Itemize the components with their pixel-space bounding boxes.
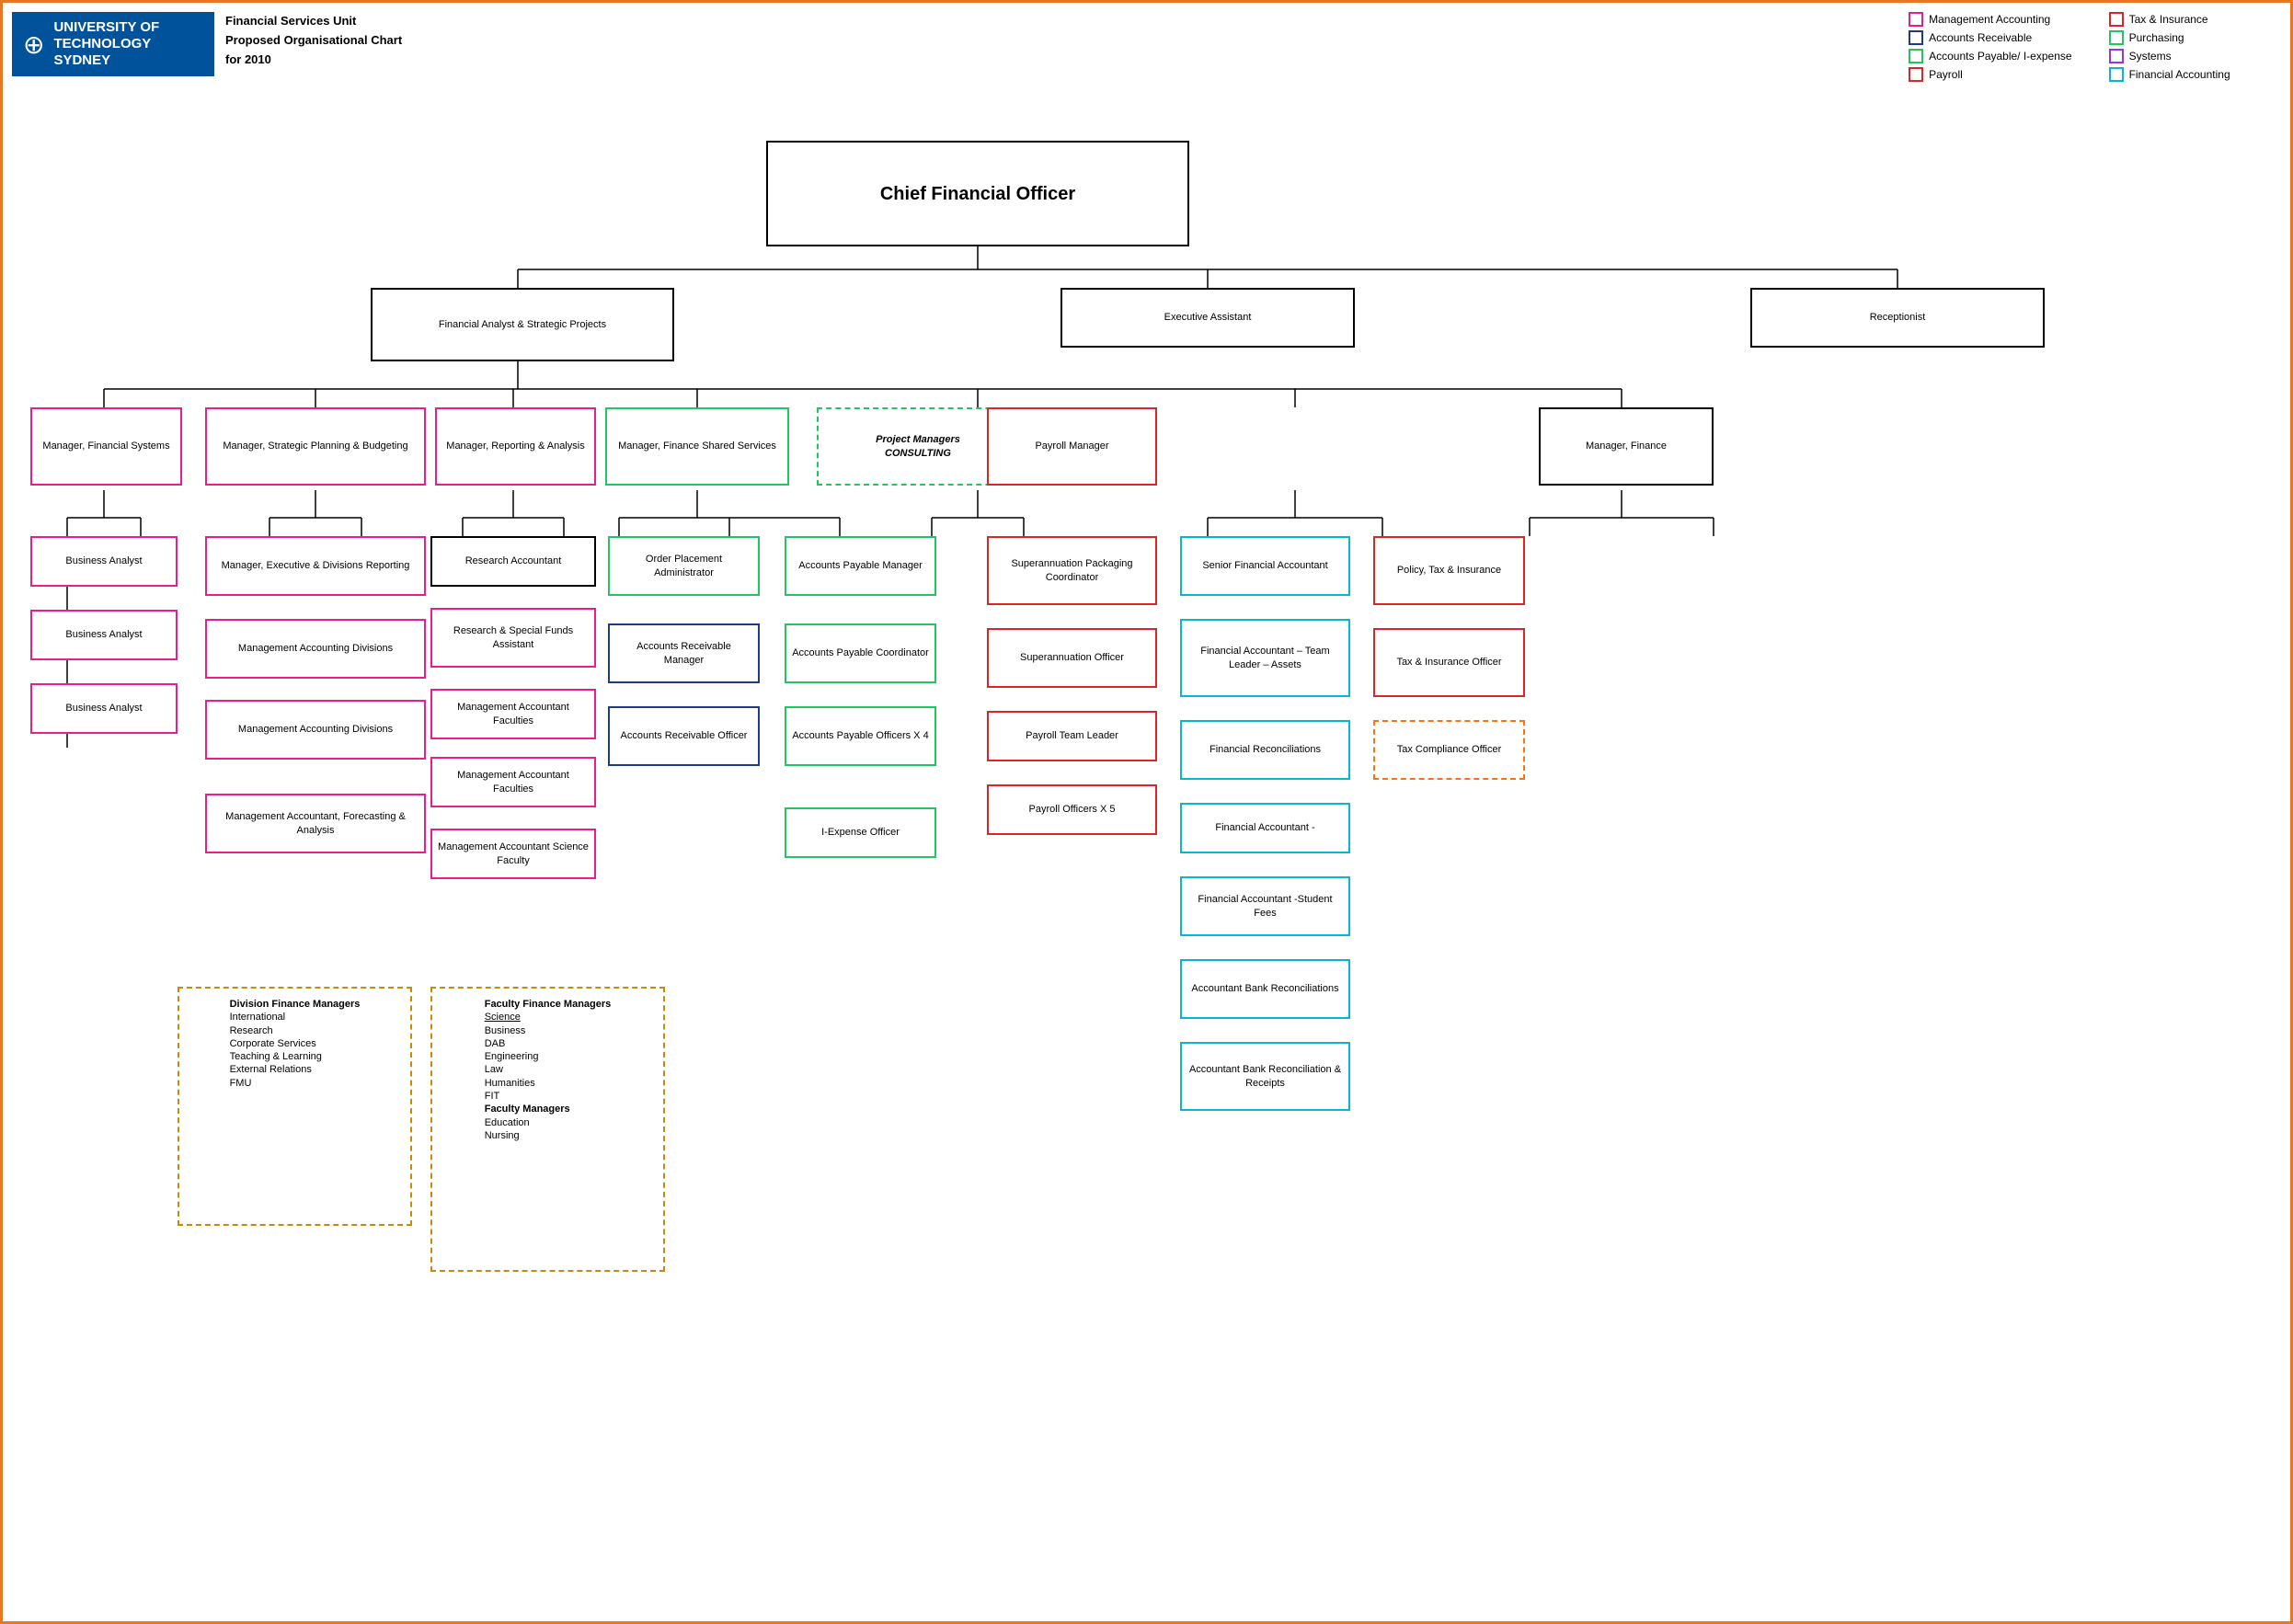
super-officer-box: Superannuation Officer [987, 628, 1157, 688]
mgmt-acctg-div1-box: Management Accounting Divisions [205, 619, 426, 679]
fin-acctg-leader-box: Financial Accountant – Team Leader – Ass… [1180, 619, 1350, 697]
legend-box-red2 [1909, 67, 1923, 82]
policy-tax-box: Policy, Tax & Insurance [1373, 536, 1525, 605]
legend-box-blue [1909, 30, 1923, 45]
ar-officer-box: Accounts Receivable Officer [608, 706, 760, 766]
page: ⊕ UNIVERSITY OFTECHNOLOGYSYDNEY Financia… [0, 0, 2293, 1624]
ba2-box: Business Analyst [30, 610, 178, 660]
fin-acctg-box: Financial Accountant - [1180, 803, 1350, 853]
legend-purchasing: Purchasing [2109, 30, 2272, 45]
ap-officers-box: Accounts Payable Officers X 4 [785, 706, 936, 766]
financial-analyst-box: Financial Analyst & Strategic Projects [371, 288, 674, 361]
legend-box-pink [1909, 12, 1923, 27]
mgr-exec-reporting-box: Manager, Executive & Divisions Reporting [205, 536, 426, 596]
logo-box: ⊕ UNIVERSITY OFTECHNOLOGYSYDNEY [12, 12, 214, 76]
ba3-box: Business Analyst [30, 683, 178, 734]
ar-manager-box: Accounts Receivable Manager [608, 623, 760, 683]
ba1-box: Business Analyst [30, 536, 178, 587]
legend-payroll: Payroll [1909, 67, 2071, 82]
mgr-finance-box: Manager, Finance [1539, 407, 1714, 486]
payroll-manager-box: Payroll Manager [987, 407, 1157, 486]
division-finance-managers-box: Division Finance Managers International … [178, 987, 412, 1226]
fin-acctg-student-box: Financial Accountant -Student Fees [1180, 876, 1350, 936]
mgmt-acctg-forecasting-box: Management Accountant, Forecasting & Ana… [205, 794, 426, 853]
acctg-bank-receipts-box: Accountant Bank Reconciliation & Receipt… [1180, 1042, 1350, 1111]
fin-reconciliations-box: Financial Reconciliations [1180, 720, 1350, 780]
mgr-financial-systems-box: Manager, Financial Systems [30, 407, 182, 486]
mgmt-acctg-faculties2-box: Management Accountant Faculties [430, 757, 596, 807]
legend-box-red [2109, 12, 2124, 27]
payroll-leader-box: Payroll Team Leader [987, 711, 1157, 761]
mgr-reporting-box: Manager, Reporting & Analysis [435, 407, 596, 486]
super-packaging-box: Superannuation Packaging Coordinator [987, 536, 1157, 605]
payroll-officers-box: Payroll Officers X 5 [987, 784, 1157, 835]
order-placement-box: Order Placement Administrator [608, 536, 760, 596]
logo-text: UNIVERSITY OFTECHNOLOGYSYDNEY [53, 19, 159, 69]
executive-assistant-box: Executive Assistant [1061, 288, 1355, 348]
legend-box-purple [2109, 49, 2124, 63]
logo-icon: ⊕ [23, 29, 44, 60]
legend-box-green2 [1909, 49, 1923, 63]
legend-box-green [2109, 30, 2124, 45]
legend-tax-insurance: Tax & Insurance [2109, 12, 2272, 27]
legend-accounts-receivable: Accounts Receivable [1909, 30, 2071, 45]
iexpense-box: I-Expense Officer [785, 807, 936, 858]
legend-accounts-payable: Accounts Payable/ I-expense [1909, 49, 2071, 63]
tax-insurance-officer-box: Tax & Insurance Officer [1373, 628, 1525, 697]
legend-systems: Systems [2109, 49, 2272, 63]
senior-fin-acctg-box: Senior Financial Accountant [1180, 536, 1350, 596]
mgr-finance-shared-box: Manager, Finance Shared Services [605, 407, 789, 486]
ap-coordinator-box: Accounts Payable Coordinator [785, 623, 936, 683]
cfo-box: Chief Financial Officer [766, 141, 1189, 246]
tax-compliance-box: Tax Compliance Officer [1373, 720, 1525, 780]
header-title: Financial Services Unit Proposed Organis… [225, 12, 402, 69]
legend: Management Accounting Tax & Insurance Ac… [1909, 12, 2272, 82]
faculty-finance-managers-box: Faculty Finance Managers Science Busines… [430, 987, 665, 1272]
legend-box-cyan [2109, 67, 2124, 82]
mgmt-acctg-faculties1-box: Management Accountant Faculties [430, 689, 596, 739]
mgr-strategic-planning-box: Manager, Strategic Planning & Budgeting [205, 407, 426, 486]
legend-financial-accounting: Financial Accounting [2109, 67, 2272, 82]
org-chart: Chief Financial Officer Financial Analys… [12, 86, 2275, 1557]
legend-management-accounting: Management Accounting [1909, 12, 2071, 27]
ap-manager-box: Accounts Payable Manager [785, 536, 936, 596]
mgmt-acctg-science-box: Management Accountant Science Faculty [430, 829, 596, 879]
receptionist-box: Receptionist [1750, 288, 2045, 348]
research-acctg-box: Research Accountant [430, 536, 596, 587]
acctg-bank-rec-box: Accountant Bank Reconciliations [1180, 959, 1350, 1019]
mgmt-acctg-div2-box: Management Accounting Divisions [205, 700, 426, 760]
research-special-box: Research & Special Funds Assistant [430, 608, 596, 668]
